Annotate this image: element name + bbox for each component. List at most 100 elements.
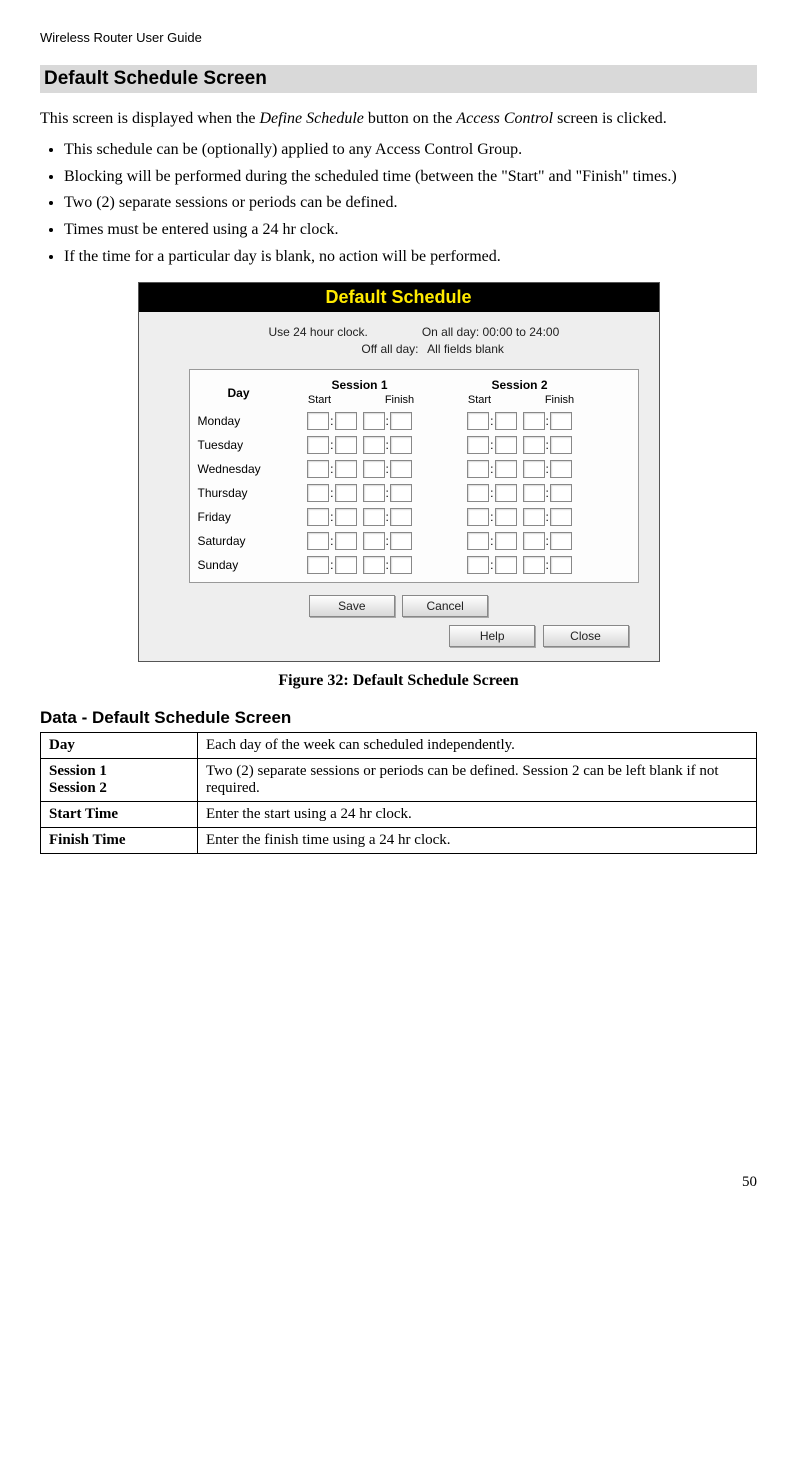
minute-input[interactable] [550, 532, 572, 550]
hour-input[interactable] [307, 532, 329, 550]
hour-input[interactable] [363, 532, 385, 550]
hour-input[interactable] [467, 412, 489, 430]
minute-input[interactable] [335, 556, 357, 574]
minute-input[interactable] [495, 508, 517, 526]
cancel-button[interactable]: Cancel [402, 595, 488, 617]
hour-input[interactable] [523, 532, 545, 550]
session2-inputs: :: [440, 532, 600, 550]
button-row-primary: Save Cancel [159, 595, 639, 617]
hour-input[interactable] [467, 556, 489, 574]
time-colon: : [490, 462, 493, 476]
button-row-secondary: Help Close [159, 625, 639, 647]
hour-input[interactable] [307, 412, 329, 430]
session2-start-label: Start [440, 394, 520, 406]
session2-inputs: :: [440, 460, 600, 478]
hour-input[interactable] [363, 436, 385, 454]
time-colon: : [386, 486, 389, 500]
session1-inputs: :: [280, 436, 440, 454]
day-label: Wednesday [198, 462, 280, 476]
minute-input[interactable] [495, 484, 517, 502]
hour-input[interactable] [523, 556, 545, 574]
minute-input[interactable] [495, 412, 517, 430]
section-heading: Default Schedule Screen [40, 65, 757, 93]
minute-input[interactable] [550, 460, 572, 478]
minute-input[interactable] [390, 412, 412, 430]
hour-input[interactable] [307, 460, 329, 478]
minute-input[interactable] [550, 484, 572, 502]
minute-input[interactable] [390, 460, 412, 478]
minute-input[interactable] [550, 556, 572, 574]
minute-input[interactable] [390, 436, 412, 454]
hour-input[interactable] [363, 556, 385, 574]
minute-input[interactable] [495, 436, 517, 454]
table-row: Start TimeEnter the start using a 24 hr … [41, 802, 757, 828]
window-title: Default Schedule [139, 283, 659, 312]
time-colon: : [490, 486, 493, 500]
time-colon: : [386, 558, 389, 572]
schedule-row: Tuesday:::: [198, 436, 630, 454]
hour-input[interactable] [523, 460, 545, 478]
minute-input[interactable] [335, 532, 357, 550]
hour-input[interactable] [363, 412, 385, 430]
time-cell: : [467, 532, 516, 550]
time-cell: : [523, 556, 572, 574]
minute-input[interactable] [390, 556, 412, 574]
time-colon: : [330, 558, 333, 572]
time-cell: : [307, 556, 356, 574]
table-label: Start Time [41, 802, 198, 828]
time-colon: : [490, 558, 493, 572]
hour-input[interactable] [307, 508, 329, 526]
hour-input[interactable] [467, 460, 489, 478]
time-cell: : [363, 412, 412, 430]
help-button[interactable]: Help [449, 625, 535, 647]
minute-input[interactable] [495, 460, 517, 478]
table-label: Session 1Session 2 [41, 759, 198, 802]
minute-input[interactable] [550, 436, 572, 454]
time-cell: : [523, 484, 572, 502]
hour-input[interactable] [467, 508, 489, 526]
session1-inputs: :: [280, 532, 440, 550]
time-cell: : [467, 484, 516, 502]
minute-input[interactable] [335, 436, 357, 454]
hour-input[interactable] [363, 484, 385, 502]
minute-input[interactable] [335, 484, 357, 502]
session2-inputs: :: [440, 436, 600, 454]
hour-input[interactable] [523, 508, 545, 526]
save-button[interactable]: Save [309, 595, 395, 617]
minute-input[interactable] [390, 508, 412, 526]
hour-input[interactable] [307, 436, 329, 454]
schedule-row: Friday:::: [198, 508, 630, 526]
close-button[interactable]: Close [543, 625, 629, 647]
time-cell: : [307, 508, 356, 526]
hour-input[interactable] [307, 556, 329, 574]
hour-input[interactable] [523, 412, 545, 430]
minute-input[interactable] [390, 532, 412, 550]
hour-input[interactable] [307, 484, 329, 502]
hint-a2: On all day: 00:00 to 24:00 [422, 325, 559, 339]
minute-input[interactable] [495, 556, 517, 574]
minute-input[interactable] [495, 532, 517, 550]
minute-input[interactable] [335, 412, 357, 430]
day-label: Tuesday [198, 438, 280, 452]
session2-title: Session 2 [440, 376, 600, 394]
minute-input[interactable] [335, 460, 357, 478]
schedule-row: Thursday:::: [198, 484, 630, 502]
minute-input[interactable] [390, 484, 412, 502]
time-colon: : [330, 414, 333, 428]
minute-input[interactable] [550, 412, 572, 430]
window-body: Use 24 hour clock. On all day: 00:00 to … [139, 312, 659, 662]
table-desc: Enter the finish time using a 24 hr cloc… [198, 828, 757, 854]
minute-input[interactable] [550, 508, 572, 526]
table-label: Day [41, 733, 198, 759]
hour-input[interactable] [363, 508, 385, 526]
hour-input[interactable] [363, 460, 385, 478]
time-colon: : [546, 438, 549, 452]
schedule-header: Day Session 1 Start Finish Session 2 Sta… [198, 376, 630, 406]
hour-input[interactable] [467, 532, 489, 550]
hour-input[interactable] [523, 436, 545, 454]
hour-input[interactable] [523, 484, 545, 502]
hour-input[interactable] [467, 436, 489, 454]
minute-input[interactable] [335, 508, 357, 526]
time-cell: : [307, 460, 356, 478]
hour-input[interactable] [467, 484, 489, 502]
